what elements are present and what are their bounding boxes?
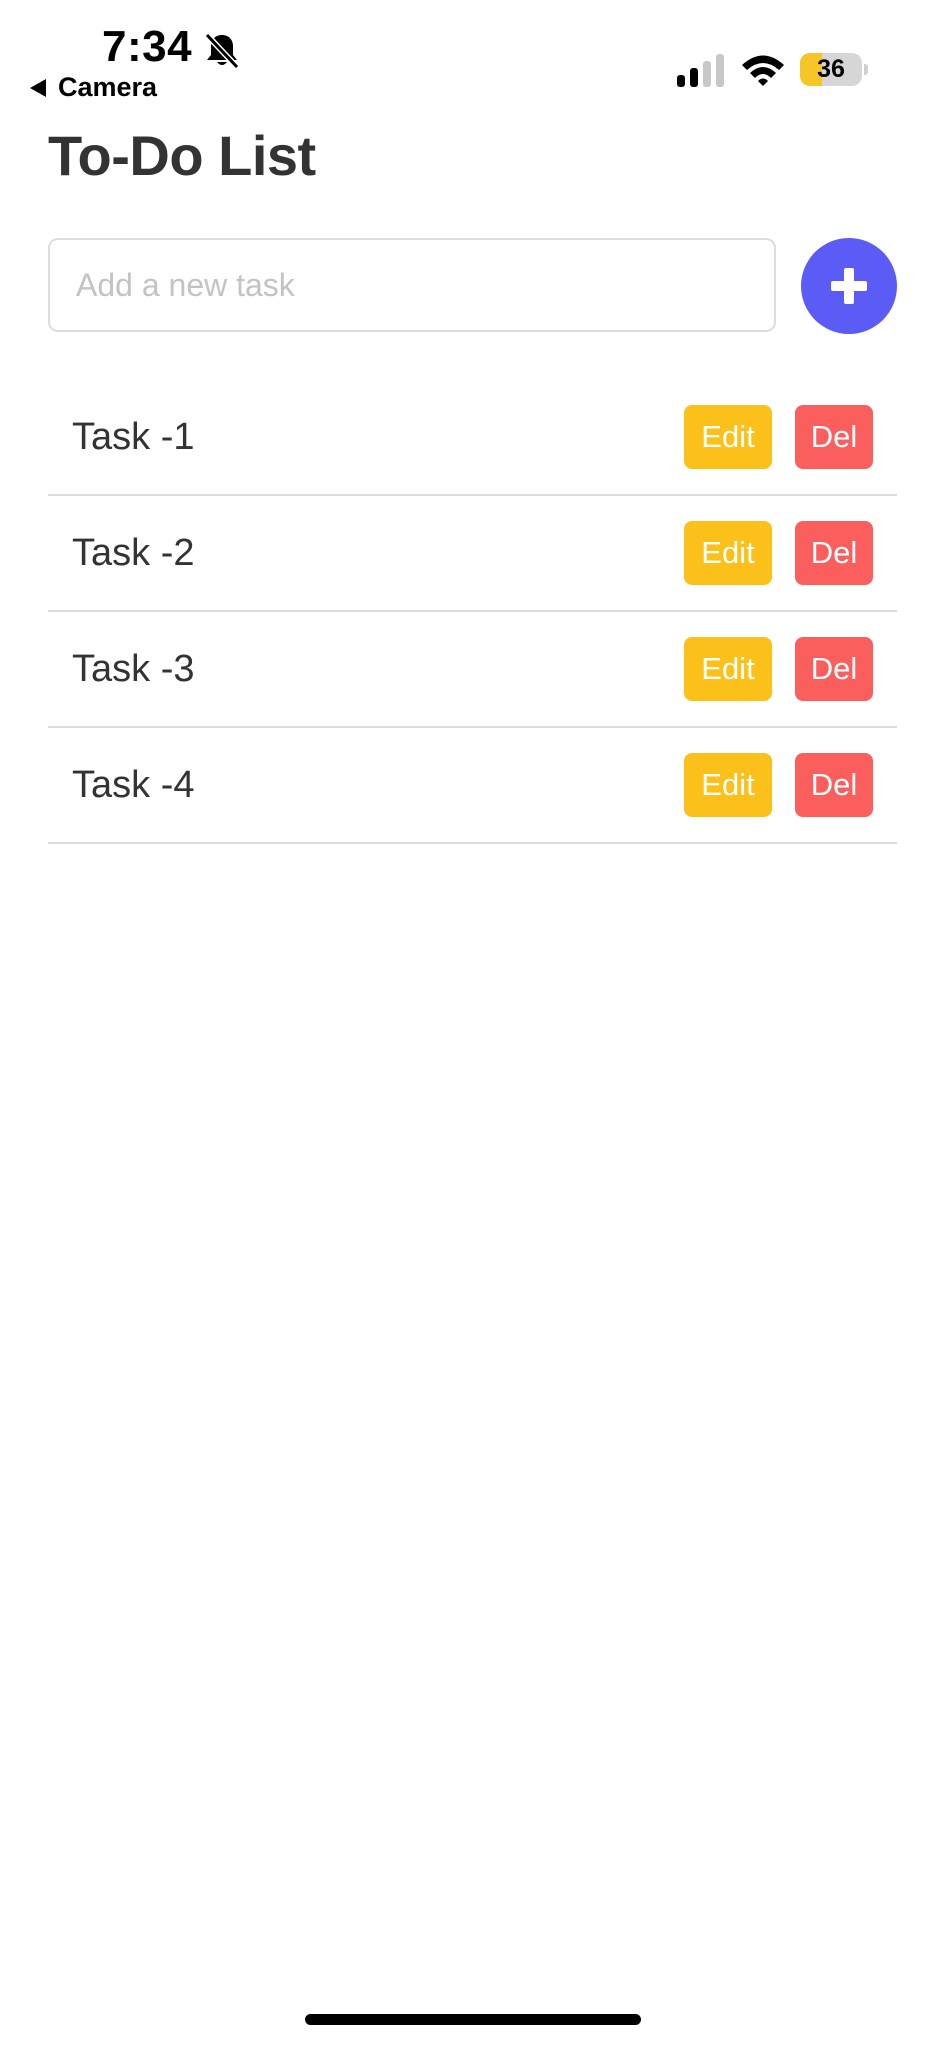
new-task-input[interactable] <box>48 238 776 332</box>
task-list: Task -1 Edit Del Task -2 Edit Del Task -… <box>48 380 897 844</box>
delete-button[interactable]: Del <box>795 637 873 701</box>
task-text: Task -3 <box>72 648 195 690</box>
page-title: To-Do List <box>48 124 316 187</box>
home-indicator[interactable] <box>305 2014 641 2025</box>
back-arrow-icon[interactable] <box>30 79 46 97</box>
battery-level: 36 <box>817 55 845 83</box>
task-text: Task -4 <box>72 764 195 806</box>
edit-button[interactable]: Edit <box>684 637 772 701</box>
delete-button[interactable]: Del <box>795 753 873 817</box>
edit-button[interactable]: Edit <box>684 521 772 585</box>
edit-button[interactable]: Edit <box>684 405 772 469</box>
add-task-button[interactable] <box>801 238 897 334</box>
battery-icon: 36 <box>800 53 862 86</box>
task-row: Task -3 Edit Del <box>48 612 897 728</box>
delete-button[interactable]: Del <box>795 405 873 469</box>
back-to-camera-link[interactable]: Camera <box>58 72 157 103</box>
task-text: Task -2 <box>72 532 195 574</box>
task-row: Task -1 Edit Del <box>48 380 897 496</box>
cellular-signal-icon <box>677 54 724 87</box>
battery-cap <box>864 64 868 75</box>
task-row: Task -2 Edit Del <box>48 496 897 612</box>
plus-icon <box>831 268 867 304</box>
bell-slash-icon <box>204 32 240 70</box>
edit-button[interactable]: Edit <box>684 753 772 817</box>
task-row: Task -4 Edit Del <box>48 728 897 844</box>
status-bar: 7:34 Camera 36 <box>0 0 945 110</box>
status-time: 7:34 <box>102 22 193 71</box>
task-text: Task -1 <box>72 416 195 458</box>
wifi-icon <box>742 55 784 86</box>
delete-button[interactable]: Del <box>795 521 873 585</box>
